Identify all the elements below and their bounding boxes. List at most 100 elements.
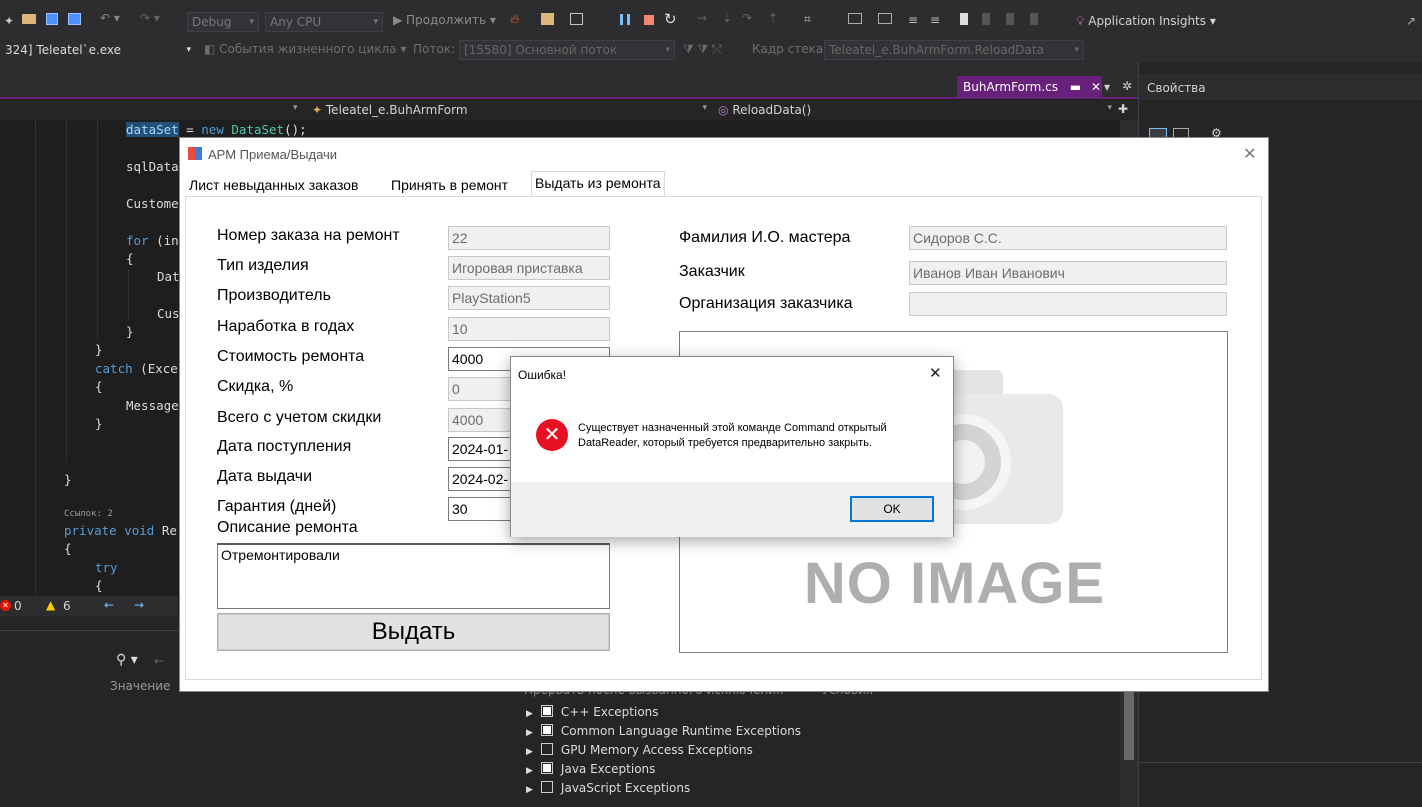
nav-back-icon[interactable]: ← (104, 598, 114, 612)
manufacturer-field[interactable]: PlayStation5 (448, 286, 610, 310)
error-icon[interactable]: ✕ (0, 600, 11, 611)
step-over-icon[interactable]: ↷ (742, 11, 752, 25)
master-field[interactable]: Сидоров С.С. (909, 226, 1227, 250)
tab-accept-repair[interactable]: Принять в ремонт (388, 174, 511, 196)
navigation-bar: ▾ ✦︎ Teleatel_e.BuhArmForm ▾ ◎ ReloadDat… (0, 100, 1138, 120)
open-folder-icon[interactable] (22, 14, 36, 24)
nav-forward-icon[interactable]: → (134, 598, 144, 612)
dialog-message-line: DataReader, который требуется предварите… (578, 437, 873, 449)
restart-icon[interactable]: ↻ (664, 10, 677, 28)
bookmark-prev-icon[interactable] (982, 13, 990, 25)
exception-item[interactable]: ▶ GPU Memory Access Exceptions (526, 743, 1116, 762)
uncomment-icon[interactable]: ≡ (930, 13, 940, 27)
show-next-statement-icon[interactable]: → (697, 11, 707, 25)
save-icon[interactable] (46, 13, 58, 25)
issue-button[interactable]: Выдать (217, 613, 610, 651)
lifecycle-button[interactable]: ◧ События жизненного цикла ▾ (204, 42, 406, 56)
properties-divider (1139, 762, 1422, 763)
hex-icon[interactable]: ⌗ (804, 12, 811, 27)
dialog-close-icon[interactable]: ✕ (929, 364, 942, 382)
thread-combo[interactable]: [15580] Основной поток ▾ (459, 40, 675, 60)
tab-pending-orders[interactable]: Лист невыданных заказов (186, 174, 361, 196)
expand-icon[interactable]: ▶ (526, 766, 533, 776)
product-type-field[interactable]: Игоровая приставка (448, 256, 610, 280)
bookmark-icon[interactable] (960, 13, 968, 25)
play-icon: ▶ (393, 13, 407, 27)
redo-icon[interactable]: ↷ ▾ (140, 11, 160, 25)
expand-icon[interactable]: ▶ (526, 728, 533, 738)
bookmark-next-icon[interactable] (1006, 13, 1014, 25)
code-token: catch (95, 361, 133, 376)
customer-field[interactable]: Иванов Иван Иванович (909, 261, 1227, 285)
code-lens-refs[interactable]: Ссылок: 2 (64, 509, 113, 519)
continue-button[interactable]: ▶ Продолжить ▾ (393, 13, 496, 27)
undo-icon[interactable]: ↶ ▾ (100, 11, 120, 25)
nav-dropdown-icon[interactable]: ▾ (293, 103, 298, 113)
split-editor-icon[interactable]: ✚ (1118, 102, 1128, 116)
threads-icon[interactable] (848, 13, 862, 24)
code-line: } (95, 342, 103, 357)
config-combo[interactable]: Debug ▾ (187, 12, 259, 32)
exception-checkbox[interactable] (540, 781, 553, 793)
expand-icon[interactable]: ▶ (526, 785, 533, 795)
new-item-icon[interactable]: ✦ (4, 14, 16, 28)
exceptions-scroll-thumb[interactable] (1124, 692, 1134, 760)
runtime-years-label: Наработка в годах (217, 318, 355, 335)
app-icon (188, 147, 202, 160)
exception-item[interactable]: ▶ C++ Exceptions (526, 705, 1116, 724)
class-nav-combo[interactable]: ✦︎ Teleatel_e.BuhArmForm ▾ (312, 103, 707, 117)
browse-icon[interactable] (541, 13, 554, 25)
vs-toolbar: ✦ ↶ ▾ ↷ ▾ Debug ▾ Any CPU ▾ ▶ Продолжить… (0, 0, 1422, 38)
continue-label: Продолжить (406, 13, 487, 27)
exception-item[interactable]: ▶ Common Language Runtime Exceptions (526, 724, 1116, 743)
stop-icon[interactable] (644, 15, 654, 25)
save-all-icon[interactable] (68, 13, 81, 25)
exception-checkbox[interactable] (540, 762, 553, 774)
process-combo[interactable]: 324] Teleatel`e.exe ▾ (0, 40, 196, 60)
pin-icon[interactable]: ▬ (1070, 80, 1081, 94)
editor-tab[interactable]: BuhArmForm.cs ▬ ✕ (957, 76, 1102, 98)
exception-checkbox[interactable] (540, 705, 553, 717)
expand-icon[interactable]: ▶ (526, 709, 533, 719)
indent-guide (35, 120, 36, 596)
exception-checkbox[interactable] (540, 743, 553, 755)
stack-frame-value: Teleatel_e.BuhArmForm.ReloadData (829, 43, 1044, 57)
close-tab-icon[interactable]: ✕ (1091, 80, 1101, 94)
screenshot-icon[interactable] (570, 13, 583, 25)
exceptions-scrollbar[interactable] (1120, 680, 1138, 807)
customer-label: Заказчик (679, 263, 745, 280)
tab-dropdown-icon[interactable]: ▾ (1104, 80, 1110, 94)
method-nav-combo[interactable]: ◎ ReloadData() ▾ (718, 103, 1112, 117)
step-into-icon[interactable]: ⇣ (722, 11, 732, 25)
comment-icon[interactable]: ≡ (908, 13, 918, 27)
filter-icon[interactable]: ⧩ ⧩ ⤲ (683, 42, 722, 57)
order-number-field[interactable]: 22 (448, 226, 610, 250)
platform-combo[interactable]: Any CPU ▾ (265, 12, 383, 32)
ok-button[interactable]: OK (850, 496, 934, 522)
order-number-label: Номер заказа на ремонт (217, 227, 400, 244)
hot-reload-icon[interactable]: 🔥︎ (510, 12, 520, 27)
method-icon: ◎ (718, 103, 729, 117)
share-icon[interactable]: ↗ (1406, 14, 1416, 28)
expand-icon[interactable]: ▶ (526, 747, 533, 757)
stack-icon[interactable] (878, 13, 892, 24)
code-token: new (201, 122, 224, 137)
settings-gear-icon[interactable]: ✲ (1122, 79, 1132, 93)
locals-back-icon[interactable]: ← (154, 654, 164, 668)
exception-checkbox[interactable] (540, 724, 553, 736)
app-insights-button[interactable]: 💡︎ Application Insights ▾ (1076, 14, 1216, 29)
step-out-icon[interactable]: ⇡ (768, 11, 778, 25)
stack-frame-combo[interactable]: Teleatel_e.BuhArmForm.ReloadData ▾ (824, 40, 1084, 60)
window-close-icon[interactable]: ✕ (1243, 144, 1256, 164)
pause-icon[interactable] (620, 14, 630, 25)
search-icon[interactable]: ⚲ ▾ (116, 652, 138, 668)
exception-item[interactable]: ▶ JavaScript Exceptions (526, 781, 1116, 800)
description-textarea[interactable]: Отремонтировали (217, 543, 610, 609)
bookmark-clear-icon[interactable] (1030, 13, 1038, 25)
warning-icon[interactable]: ▲ (46, 598, 55, 612)
runtime-years-field[interactable]: 10 (448, 317, 610, 341)
warranty-label: Гарантия (дней) (217, 498, 337, 515)
customer-org-field[interactable] (909, 292, 1227, 316)
exception-item[interactable]: ▶ Java Exceptions (526, 762, 1116, 781)
tab-issue-repair[interactable]: Выдать из ремонта (531, 171, 665, 196)
